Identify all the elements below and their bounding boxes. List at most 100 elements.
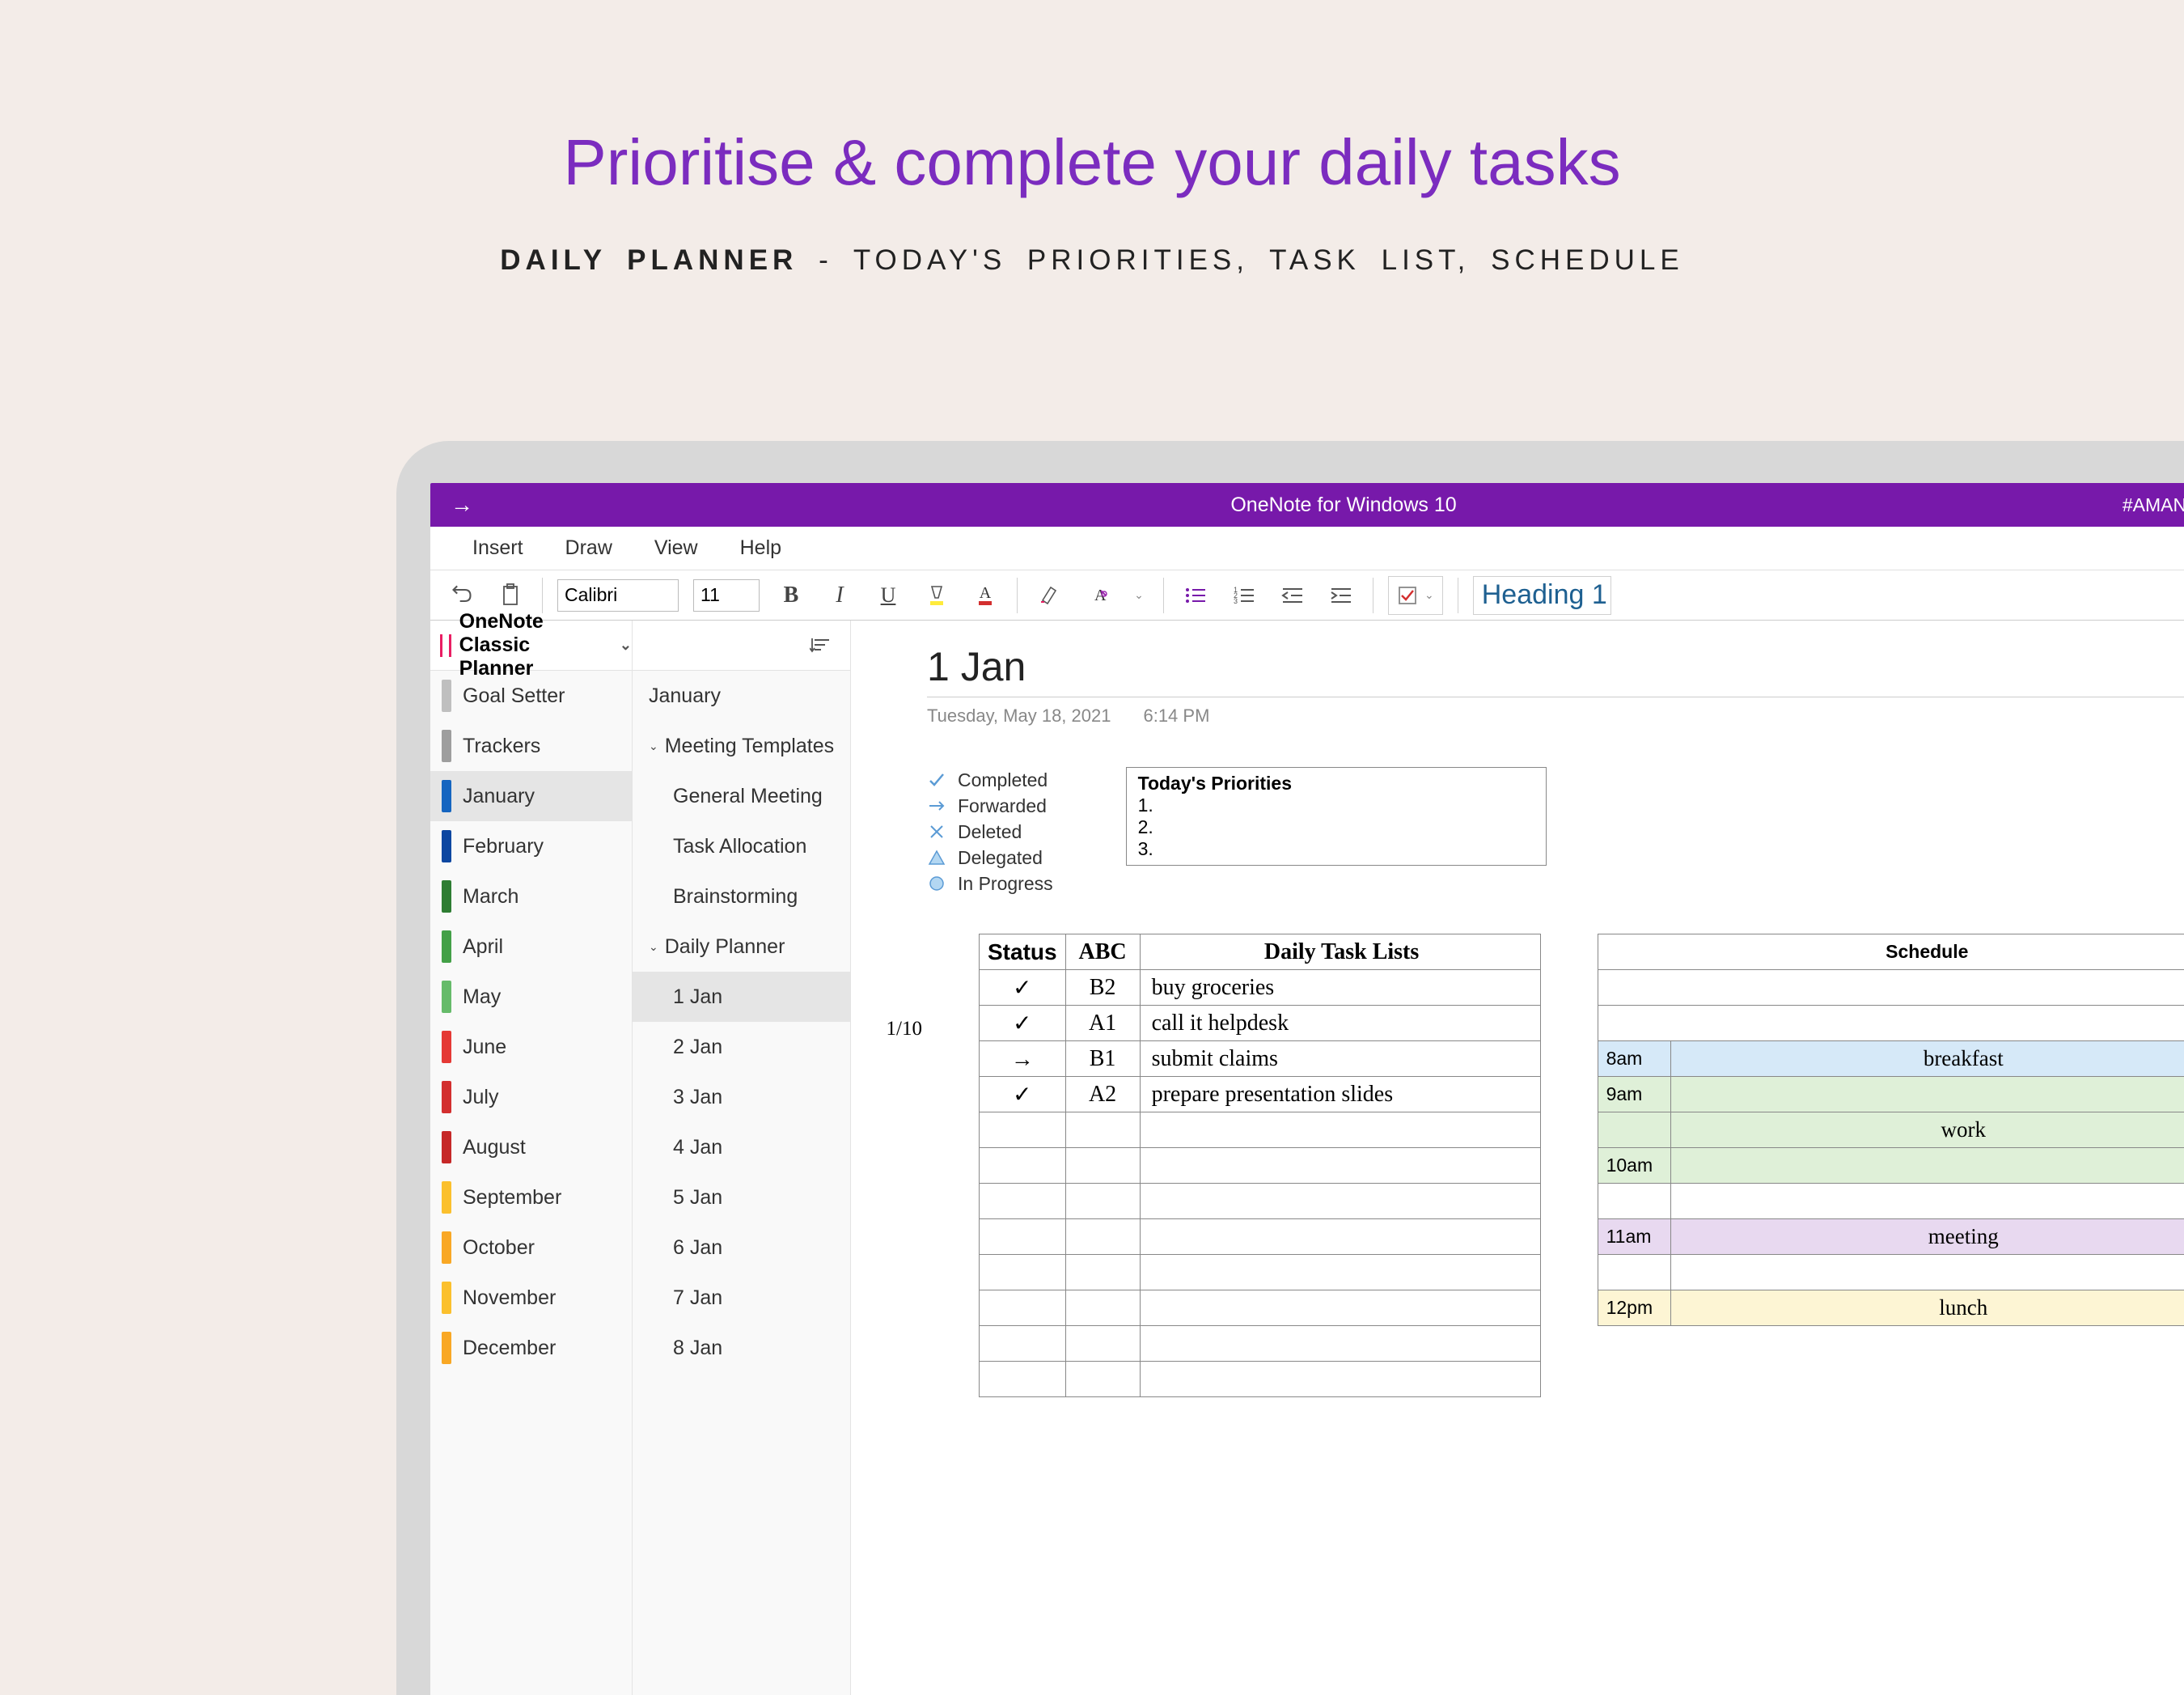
section-item[interactable]: April: [430, 922, 632, 972]
page-item[interactable]: 3 Jan: [633, 1072, 850, 1122]
page-content[interactable]: 1 Jan Tuesday, May 18, 2021 6:14 PM Comp…: [851, 621, 2184, 1695]
highlight-button[interactable]: [920, 578, 954, 612]
page-item[interactable]: 4 Jan: [633, 1122, 850, 1172]
app-title: OneNote for Windows 10: [1230, 494, 1456, 517]
more-font-dropdown[interactable]: ⌄: [1129, 578, 1149, 612]
priorities-box[interactable]: Today's Priorities 1. 2. 3.: [1126, 767, 1547, 866]
cross-icon: [927, 823, 946, 841]
task-row[interactable]: [980, 1112, 1541, 1148]
schedule-row[interactable]: 11ammeeting: [1598, 1219, 2184, 1255]
schedule-row[interactable]: [1598, 1184, 2184, 1219]
section-label: March: [463, 885, 518, 909]
notebook-icon: [440, 634, 451, 657]
section-label: September: [463, 1186, 561, 1210]
clipboard-button[interactable]: [493, 578, 527, 612]
schedule-row[interactable]: 9am: [1598, 1077, 2184, 1112]
page-item[interactable]: January: [633, 671, 850, 721]
schedule-row[interactable]: 10am: [1598, 1148, 2184, 1184]
task-row[interactable]: [980, 1148, 1541, 1184]
section-item[interactable]: March: [430, 871, 632, 922]
page-item[interactable]: 8 Jan: [633, 1323, 850, 1373]
promo-subtitle: DAILY PLANNER - TODAY'S PRIORITIES, TASK…: [0, 244, 2184, 358]
menu-insert[interactable]: Insert: [472, 536, 523, 560]
section-item[interactable]: June: [430, 1022, 632, 1072]
menu-view[interactable]: View: [654, 536, 698, 560]
page-item[interactable]: 2 Jan: [633, 1022, 850, 1072]
styles-dropdown[interactable]: Heading 1: [1473, 576, 1611, 615]
page-item[interactable]: 7 Jan: [633, 1273, 850, 1323]
schedule-row[interactable]: 8ambreakfast: [1598, 1041, 2184, 1077]
page-item[interactable]: 5 Jan: [633, 1172, 850, 1223]
task-row[interactable]: [980, 1362, 1541, 1397]
section-label: October: [463, 1236, 535, 1260]
tags-group[interactable]: ⌄: [1388, 576, 1443, 615]
schedule-table[interactable]: Schedule 8ambreakfast9amwork10am11ammeet…: [1598, 934, 2184, 1326]
notebook-selector[interactable]: OneNote Classic Planner ⌄: [430, 621, 632, 671]
section-item[interactable]: December: [430, 1323, 632, 1373]
task-row[interactable]: [980, 1219, 1541, 1255]
task-row[interactable]: →B1submit claims: [980, 1041, 1541, 1077]
legend-row: In Progress: [927, 871, 1053, 896]
schedule-row[interactable]: work: [1598, 1112, 2184, 1148]
format-painter-button[interactable]: A: [1081, 578, 1115, 612]
notebook-tag: #AMANDA SOH: [2123, 494, 2184, 516]
page-item[interactable]: ⌄Daily Planner: [633, 922, 850, 972]
font-color-button[interactable]: A: [968, 578, 1002, 612]
section-label: July: [463, 1086, 498, 1109]
legend-row: Deleted: [927, 819, 1053, 845]
section-label: June: [463, 1036, 506, 1059]
section-item[interactable]: November: [430, 1273, 632, 1323]
task-row[interactable]: ✓B2buy groceries: [980, 970, 1541, 1006]
page-item[interactable]: Brainstorming: [633, 871, 850, 922]
task-row[interactable]: ✓A1call it helpdesk: [980, 1006, 1541, 1041]
check-icon: [927, 771, 946, 789]
task-row[interactable]: [980, 1290, 1541, 1326]
decrease-indent-button[interactable]: [1276, 578, 1310, 612]
section-item[interactable]: January: [430, 771, 632, 821]
section-item[interactable]: February: [430, 821, 632, 871]
page-sort-button[interactable]: [633, 621, 850, 671]
undo-button[interactable]: [445, 578, 479, 612]
menu-draw[interactable]: Draw: [565, 536, 612, 560]
task-row[interactable]: [980, 1326, 1541, 1362]
section-tab-icon: [442, 680, 451, 712]
increase-indent-button[interactable]: [1324, 578, 1358, 612]
underline-button[interactable]: U: [871, 578, 905, 612]
font-size-input[interactable]: 11: [693, 579, 760, 612]
clear-formatting-button[interactable]: [1032, 578, 1066, 612]
section-label: Goal Setter: [463, 684, 565, 708]
page-item[interactable]: 1 Jan: [633, 972, 850, 1022]
section-item[interactable]: October: [430, 1223, 632, 1273]
menu-help[interactable]: Help: [740, 536, 781, 560]
section-item[interactable]: May: [430, 972, 632, 1022]
expand-nav-icon[interactable]: →: [451, 492, 473, 518]
schedule-row[interactable]: [1598, 1255, 2184, 1290]
section-item[interactable]: August: [430, 1122, 632, 1172]
section-tab-icon: [442, 1131, 451, 1163]
page-item[interactable]: General Meeting: [633, 771, 850, 821]
section-label: Trackers: [463, 735, 540, 758]
section-item[interactable]: September: [430, 1172, 632, 1223]
task-table[interactable]: Status ABC Daily Task Lists ✓B2buy groce…: [979, 934, 1541, 1397]
page-item[interactable]: ⌄Meeting Templates: [633, 721, 850, 771]
bullet-list-button[interactable]: [1179, 578, 1213, 612]
bold-button[interactable]: B: [774, 578, 808, 612]
task-row[interactable]: [980, 1184, 1541, 1219]
task-date-annotation: 1/10: [878, 934, 922, 1397]
ribbon: Calibri 11 B I U A A ⌄ 123: [430, 570, 2184, 621]
number-list-button[interactable]: 123: [1227, 578, 1261, 612]
task-row[interactable]: [980, 1255, 1541, 1290]
section-item[interactable]: July: [430, 1072, 632, 1122]
task-row[interactable]: ✓A2prepare presentation slides: [980, 1077, 1541, 1112]
page-timestamp: Tuesday, May 18, 2021 6:14 PM: [927, 706, 2184, 727]
schedule-row[interactable]: 12pmlunch: [1598, 1290, 2184, 1326]
section-item[interactable]: Trackers: [430, 721, 632, 771]
page-item[interactable]: Task Allocation: [633, 821, 850, 871]
chevron-down-icon: ⌄: [620, 637, 632, 654]
page-item[interactable]: 6 Jan: [633, 1223, 850, 1273]
section-tab-icon: [442, 830, 451, 862]
italic-button[interactable]: I: [823, 578, 857, 612]
font-name-input[interactable]: Calibri: [557, 579, 679, 612]
section-label: January: [463, 785, 535, 808]
page-title[interactable]: 1 Jan: [927, 643, 2184, 697]
